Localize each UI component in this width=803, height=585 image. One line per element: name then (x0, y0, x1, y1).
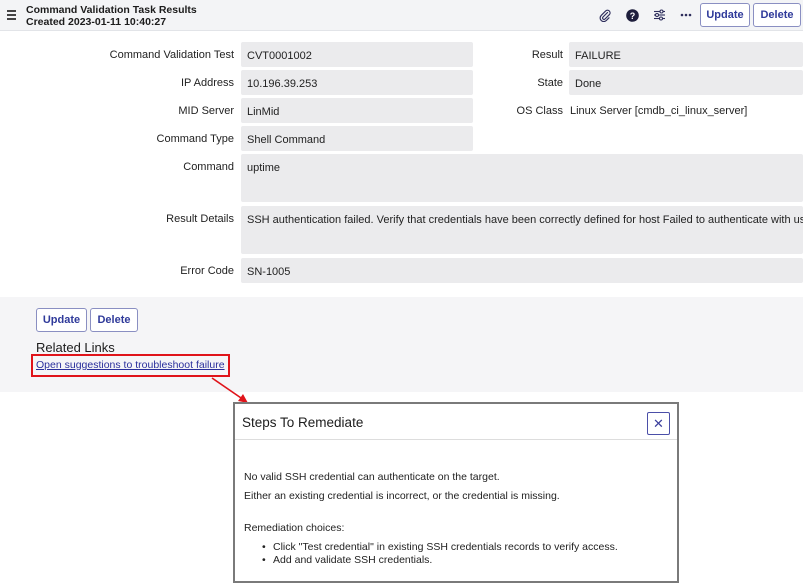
update-button-header[interactable]: Update (700, 3, 750, 27)
modal-title: Steps To Remediate (242, 415, 364, 430)
field-command-validation-test[interactable]: CVT0001002 (241, 42, 473, 67)
record-title: Command Validation Task Results Created … (26, 4, 197, 28)
label-command-validation-test: Command Validation Test (109, 49, 234, 61)
label-os-class: OS Class (516, 105, 563, 117)
label-mid-server: MID Server (178, 105, 234, 117)
field-command-type[interactable]: Shell Command (241, 126, 473, 151)
field-mid-server[interactable]: LinMid (241, 98, 473, 123)
field-command[interactable]: uptime (241, 154, 803, 202)
label-ip-address: IP Address (181, 77, 234, 89)
field-error-code[interactable]: SN-1005 (241, 258, 803, 283)
modal-divider (235, 439, 677, 440)
modal-line-1: No valid SSH credential can authenticate… (244, 471, 500, 483)
modal-line-2: Either an existing credential is incorre… (244, 490, 560, 502)
label-error-code: Error Code (180, 265, 234, 277)
label-result-details: Result Details (166, 213, 234, 225)
form-title: Command Validation Task Results (26, 4, 197, 16)
remediation-choices-heading: Remediation choices: (244, 522, 345, 534)
value-os-class: Linux Server [cmdb_ci_linux_server] (570, 105, 748, 117)
field-ip-address[interactable]: 10.196.39.253 (241, 70, 473, 95)
remediation-modal: Steps To Remediate ✕ No valid SSH creden… (233, 402, 679, 583)
label-result: Result (531, 49, 563, 61)
field-result-details[interactable]: SSH authentication failed. Verify that c… (241, 206, 803, 254)
delete-button-header[interactable]: Delete (753, 3, 801, 27)
related-links-heading: Related Links (36, 340, 115, 355)
field-state[interactable]: Done (569, 70, 803, 95)
more-icon[interactable] (679, 8, 693, 22)
help-icon[interactable]: ? (625, 8, 639, 22)
remediation-bullet: Add and validate SSH credentials. (262, 554, 432, 566)
update-button-footer[interactable]: Update (36, 308, 87, 332)
highlight-box (31, 354, 230, 377)
created-timestamp: Created 2023-01-11 10:40:27 (26, 16, 167, 28)
remediation-bullet: Click "Test credential" in existing SSH … (262, 541, 618, 553)
close-icon[interactable]: ✕ (647, 412, 670, 435)
svg-text:?: ? (629, 11, 635, 21)
label-state: State (537, 77, 563, 89)
header-bar: Command Validation Task Results Created … (0, 0, 803, 31)
label-command: Command (183, 161, 234, 173)
menu-icon[interactable] (7, 10, 16, 20)
settings-sliders-icon[interactable] (652, 8, 666, 22)
delete-button-footer[interactable]: Delete (90, 308, 138, 332)
field-result[interactable]: FAILURE (569, 42, 803, 67)
paperclip-icon[interactable] (598, 8, 612, 22)
label-command-type: Command Type (156, 133, 234, 145)
